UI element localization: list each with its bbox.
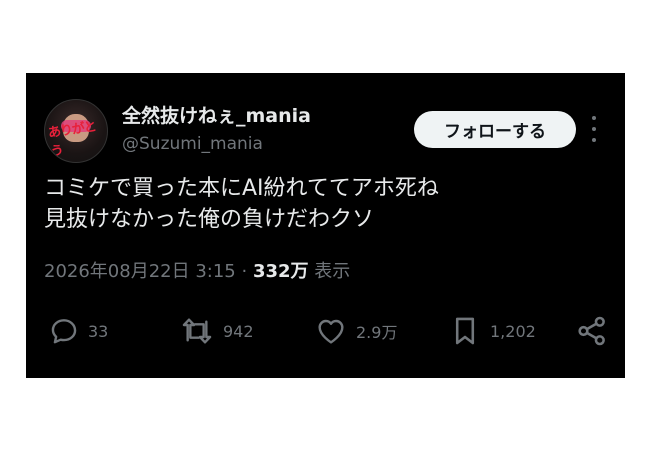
share-icon <box>575 314 609 348</box>
like-button[interactable]: 2.9万 <box>314 311 397 351</box>
reply-button[interactable]: 33 <box>48 311 108 351</box>
reply-count: 33 <box>88 321 109 341</box>
meta-separator: · <box>235 261 253 282</box>
avatar[interactable]: ありがとう <box>44 99 108 163</box>
tweet-text: コミケで買った本にAI紛れててアホ死ね 見抜けなかった俺の負けだわクソ <box>44 173 604 235</box>
more-dots-icon <box>592 138 596 142</box>
author-display-name[interactable]: 全然抜けねぇ_mania <box>122 101 311 128</box>
timestamp[interactable]: 2026年08月22日 3:15 <box>44 261 236 282</box>
page-background: ありがとう 全然抜けねぇ_mania @Suzumi_mania フォローする … <box>0 0 650 450</box>
share-button[interactable] <box>575 311 609 351</box>
tweet-meta: 2026年08月22日 3:15 · 332万 表示 <box>44 257 350 283</box>
view-count-label: 表示 <box>308 261 351 282</box>
more-dots-icon <box>592 116 596 120</box>
bookmark-count: 1,202 <box>490 321 536 341</box>
more-dots-icon <box>592 127 596 131</box>
author-handle[interactable]: @Suzumi_mania <box>122 134 263 154</box>
follow-button[interactable]: フォローする <box>414 111 576 148</box>
heart-icon <box>314 315 348 347</box>
view-count: 332万 <box>252 261 309 282</box>
action-bar: 33 942 2.9万 1,202 <box>44 311 609 351</box>
repost-count: 942 <box>223 321 254 341</box>
avatar-scribble-text: ありがとう <box>47 119 97 160</box>
repost-button[interactable]: 942 <box>179 311 254 351</box>
like-count: 2.9万 <box>356 323 398 342</box>
speech-bubble-icon <box>48 315 80 347</box>
tweet-text-line: 見抜けなかった俺の負けだわクソ <box>44 207 375 232</box>
bookmark-button[interactable]: 1,202 <box>448 311 536 351</box>
more-options-button[interactable] <box>588 116 600 142</box>
repost-arrows-icon <box>179 315 215 347</box>
bookmark-icon <box>448 314 482 348</box>
tweet-text-line: コミケで買った本にAI紛れててアホ死ね <box>44 176 439 201</box>
tweet-card: ありがとう 全然抜けねぇ_mania @Suzumi_mania フォローする … <box>26 73 625 378</box>
